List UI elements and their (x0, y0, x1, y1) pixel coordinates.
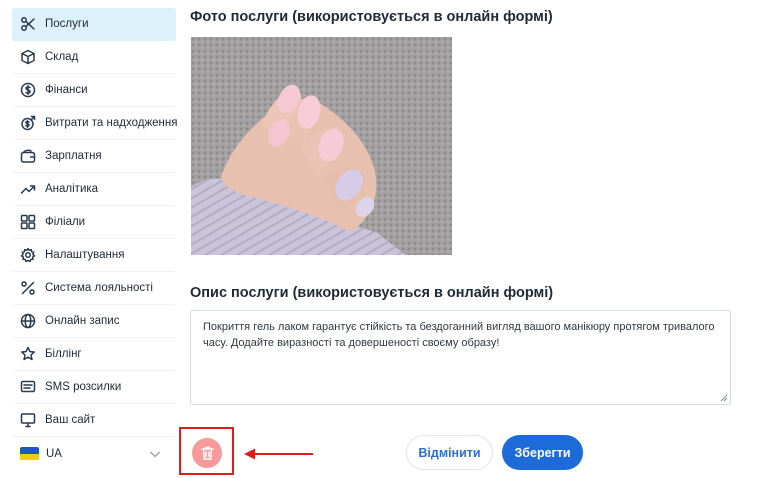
sidebar-item-label: Послуги (45, 18, 89, 30)
wallet-icon (20, 148, 36, 164)
pointer-arrow-icon (244, 448, 313, 460)
manicure-photo-image (191, 37, 452, 255)
sidebar-item-label: Система лояльності (45, 282, 153, 294)
sidebar-item-your-site[interactable]: Ваш сайт (12, 404, 176, 437)
sidebar-item-label: Фінанси (45, 84, 88, 96)
sidebar-item-expenses-income[interactable]: Витрати та надходження (12, 107, 178, 140)
dollar-circle-icon (20, 82, 36, 98)
description-section-title: Опис послуги (використовується в онлайн … (190, 285, 554, 301)
sidebar-item-services[interactable]: Послуги (12, 8, 176, 41)
language-code: UA (46, 447, 62, 460)
service-photo[interactable] (191, 37, 452, 255)
ukraine-flag-icon (20, 447, 39, 460)
scissors-icon (20, 16, 36, 32)
message-icon (20, 379, 36, 395)
chevron-down-icon (148, 447, 162, 461)
sidebar-item-sms[interactable]: SMS розсилки (12, 371, 176, 404)
sidebar-item-branches[interactable]: Філіали (12, 206, 176, 239)
sidebar-item-analytics[interactable]: Аналітика (12, 173, 176, 206)
sidebar-item-label: Витрати та надходження (45, 117, 178, 129)
money-flow-icon (20, 115, 36, 131)
description-text: Покриття гель лаком гарантує стійкість т… (203, 321, 715, 349)
sidebar-item-warehouse[interactable]: Склад (12, 41, 176, 74)
sidebar-item-label: Онлайн запис (45, 315, 120, 327)
save-button[interactable]: Зберегти (502, 435, 583, 470)
gear-icon (20, 247, 36, 263)
sidebar-item-label: Аналітика (45, 183, 99, 195)
sidebar-item-loyalty[interactable]: Система лояльності (12, 272, 176, 305)
delete-button[interactable] (192, 438, 222, 468)
sidebar-item-label: Налаштування (45, 249, 125, 261)
trash-icon (200, 446, 214, 460)
sidebar-item-finance[interactable]: Фінанси (12, 74, 176, 107)
sidebar-item-settings[interactable]: Налаштування (12, 239, 176, 272)
sidebar-item-label: Зарплатня (45, 150, 102, 162)
grid-icon (20, 214, 36, 230)
language-selector[interactable]: UA (12, 437, 176, 470)
star-icon (20, 346, 36, 362)
sidebar: Послуги Склад Фінанси Витрати та надходж… (12, 8, 178, 470)
resize-handle-icon[interactable] (720, 394, 728, 402)
box-icon (20, 49, 36, 65)
sidebar-item-salary[interactable]: Зарплатня (12, 140, 176, 173)
sidebar-item-label: Склад (45, 51, 79, 63)
trend-up-icon (20, 181, 36, 197)
description-textarea[interactable]: Покриття гель лаком гарантує стійкість т… (190, 310, 731, 405)
cancel-button[interactable]: Відмінити (406, 435, 493, 470)
sidebar-item-label: Філіали (45, 216, 86, 228)
globe-icon (20, 313, 36, 329)
sidebar-item-billing[interactable]: Біллінг (12, 338, 176, 371)
sidebar-item-online-booking[interactable]: Онлайн запис (12, 305, 176, 338)
monitor-icon (20, 412, 36, 428)
delete-highlight-box (179, 427, 234, 475)
sidebar-item-label: Біллінг (45, 348, 82, 360)
photo-section-title: Фото послуги (використовується в онлайн … (190, 9, 553, 25)
sidebar-item-label: Ваш сайт (45, 414, 96, 426)
percent-icon (20, 280, 36, 296)
sidebar-item-label: SMS розсилки (45, 381, 122, 393)
